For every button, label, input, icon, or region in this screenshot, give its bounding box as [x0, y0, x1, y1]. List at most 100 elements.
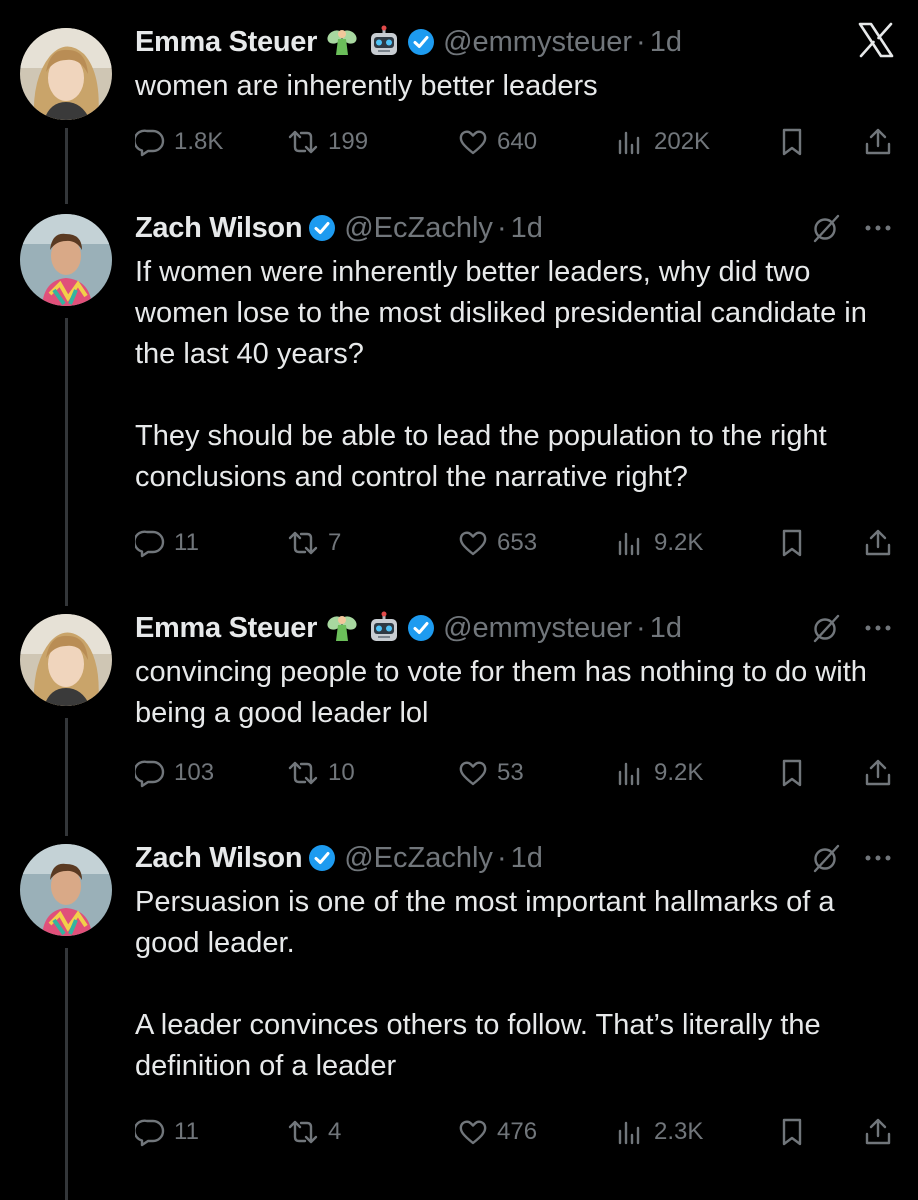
- reply-count: 1.8K: [174, 128, 224, 155]
- view-count: 202K: [654, 128, 711, 155]
- share-button[interactable]: [863, 122, 893, 162]
- tweet-text: women are inherently better leaders: [135, 66, 895, 107]
- repost-icon: [288, 130, 318, 154]
- view-count: 2.3K: [654, 1118, 704, 1145]
- view-count: 9.2K: [654, 759, 704, 786]
- handle[interactable]: @emmysteuer: [443, 26, 632, 59]
- views-icon: [618, 1121, 640, 1145]
- views-icon: [618, 131, 640, 155]
- separator: ·: [496, 841, 507, 874]
- share-icon: [865, 128, 891, 155]
- action-bar: 11 4 476 2.3K: [135, 1112, 895, 1152]
- share-icon: [865, 759, 891, 786]
- repost-icon: [288, 531, 318, 555]
- tweet[interactable]: Emma Steuer: [0, 0, 918, 200]
- separator: ·: [496, 211, 507, 244]
- more-icon[interactable]: [864, 223, 892, 233]
- share-button[interactable]: [863, 1112, 893, 1152]
- timestamp[interactable]: 1d: [511, 842, 543, 875]
- fairy-emoji-icon: [325, 611, 359, 645]
- bookmark-icon: [782, 759, 802, 787]
- repost-count: 199: [328, 128, 369, 155]
- like-button[interactable]: 476: [458, 1112, 537, 1152]
- views-button[interactable]: 9.2K: [615, 523, 703, 563]
- action-bar: 11 7 653 9.2K: [135, 523, 895, 563]
- reply-icon: [135, 530, 165, 558]
- like-button[interactable]: 653: [458, 523, 537, 563]
- handle[interactable]: @EcZachly: [344, 842, 493, 875]
- timestamp[interactable]: 1d: [650, 612, 682, 645]
- bookmark-button[interactable]: [777, 122, 807, 162]
- tweet-paragraph: They should be able to lead the populati…: [135, 420, 827, 493]
- tweet[interactable]: Zach Wilson @EcZachly · 1d If women were…: [0, 200, 918, 600]
- avatar[interactable]: [20, 844, 112, 936]
- avatar[interactable]: [20, 614, 112, 706]
- more-icon[interactable]: [864, 853, 892, 863]
- bookmark-button[interactable]: [777, 1112, 807, 1152]
- tweet-paragraph: If women were inherently better leaders,…: [135, 256, 867, 370]
- repost-button[interactable]: 10: [287, 753, 355, 793]
- tweet-text: If women were inherently better leaders,…: [135, 252, 895, 498]
- reply-icon: [135, 760, 165, 788]
- repost-icon: [288, 761, 318, 785]
- repost-button[interactable]: 7: [287, 523, 341, 563]
- tweet-top-actions: [810, 208, 892, 248]
- avatar[interactable]: [20, 28, 112, 120]
- display-name[interactable]: Emma Steuer: [135, 26, 317, 59]
- tweet-header: Emma Steuer @emmysteuer · 1d: [135, 608, 682, 648]
- like-count: 653: [497, 529, 538, 556]
- grok-icon[interactable]: [810, 612, 842, 644]
- reply-icon: [135, 1119, 165, 1147]
- tweet-top-actions: [810, 608, 892, 648]
- share-button[interactable]: [863, 753, 893, 793]
- tweet-text: convincing people to vote for them has n…: [135, 652, 895, 734]
- reply-button[interactable]: 11: [135, 523, 199, 563]
- separator: ·: [636, 25, 646, 58]
- like-icon: [459, 1120, 487, 1145]
- repost-count: 10: [328, 759, 355, 786]
- grok-icon[interactable]: [810, 212, 842, 244]
- grok-icon[interactable]: [810, 842, 842, 874]
- views-button[interactable]: 202K: [615, 122, 710, 162]
- timestamp[interactable]: 1d: [650, 26, 682, 59]
- timestamp[interactable]: 1d: [511, 212, 543, 245]
- reply-button[interactable]: 11: [135, 1112, 199, 1152]
- like-button[interactable]: 53: [458, 753, 524, 793]
- tweet[interactable]: Zach Wilson @EcZachly · 1d Persuasion is…: [0, 830, 918, 1200]
- tweet-paragraph: Persuasion is one of the most important …: [135, 886, 835, 959]
- display-name[interactable]: Zach Wilson: [135, 212, 303, 245]
- repost-count: 4: [328, 1118, 342, 1145]
- repost-button[interactable]: 199: [287, 122, 368, 162]
- handle[interactable]: @emmysteuer: [443, 612, 632, 645]
- bookmark-icon: [782, 1118, 802, 1146]
- view-count: 9.2K: [654, 529, 704, 556]
- share-icon: [865, 1118, 891, 1145]
- reply-count: 103: [174, 759, 215, 786]
- display-name[interactable]: Zach Wilson: [135, 842, 303, 875]
- bookmark-button[interactable]: [777, 753, 807, 793]
- tweet-paragraph: convincing people to vote for them has n…: [135, 656, 867, 729]
- views-icon: [618, 532, 640, 556]
- like-button[interactable]: 640: [458, 122, 537, 162]
- verified-badge-icon: [407, 614, 435, 642]
- tweet-paragraph: women are inherently better leaders: [135, 70, 598, 102]
- tweet[interactable]: Emma Steuer: [0, 600, 918, 830]
- tweet-paragraph: A leader convinces others to follow. Tha…: [135, 1009, 821, 1082]
- like-count: 640: [497, 128, 538, 155]
- like-count: 53: [497, 759, 524, 786]
- reply-button[interactable]: 1.8K: [135, 122, 223, 162]
- verified-badge-icon: [407, 28, 435, 56]
- more-icon[interactable]: [864, 623, 892, 633]
- bookmark-button[interactable]: [777, 523, 807, 563]
- repost-button[interactable]: 4: [287, 1112, 341, 1152]
- display-name[interactable]: Emma Steuer: [135, 612, 317, 645]
- tweet-text: Persuasion is one of the most important …: [135, 882, 895, 1087]
- avatar[interactable]: [20, 214, 112, 306]
- reply-button[interactable]: 103: [135, 753, 214, 793]
- handle[interactable]: @EcZachly: [344, 212, 493, 245]
- reply-count: 11: [174, 529, 199, 556]
- views-button[interactable]: 9.2K: [615, 753, 703, 793]
- share-button[interactable]: [863, 523, 893, 563]
- reply-icon: [135, 129, 165, 157]
- views-button[interactable]: 2.3K: [615, 1112, 703, 1152]
